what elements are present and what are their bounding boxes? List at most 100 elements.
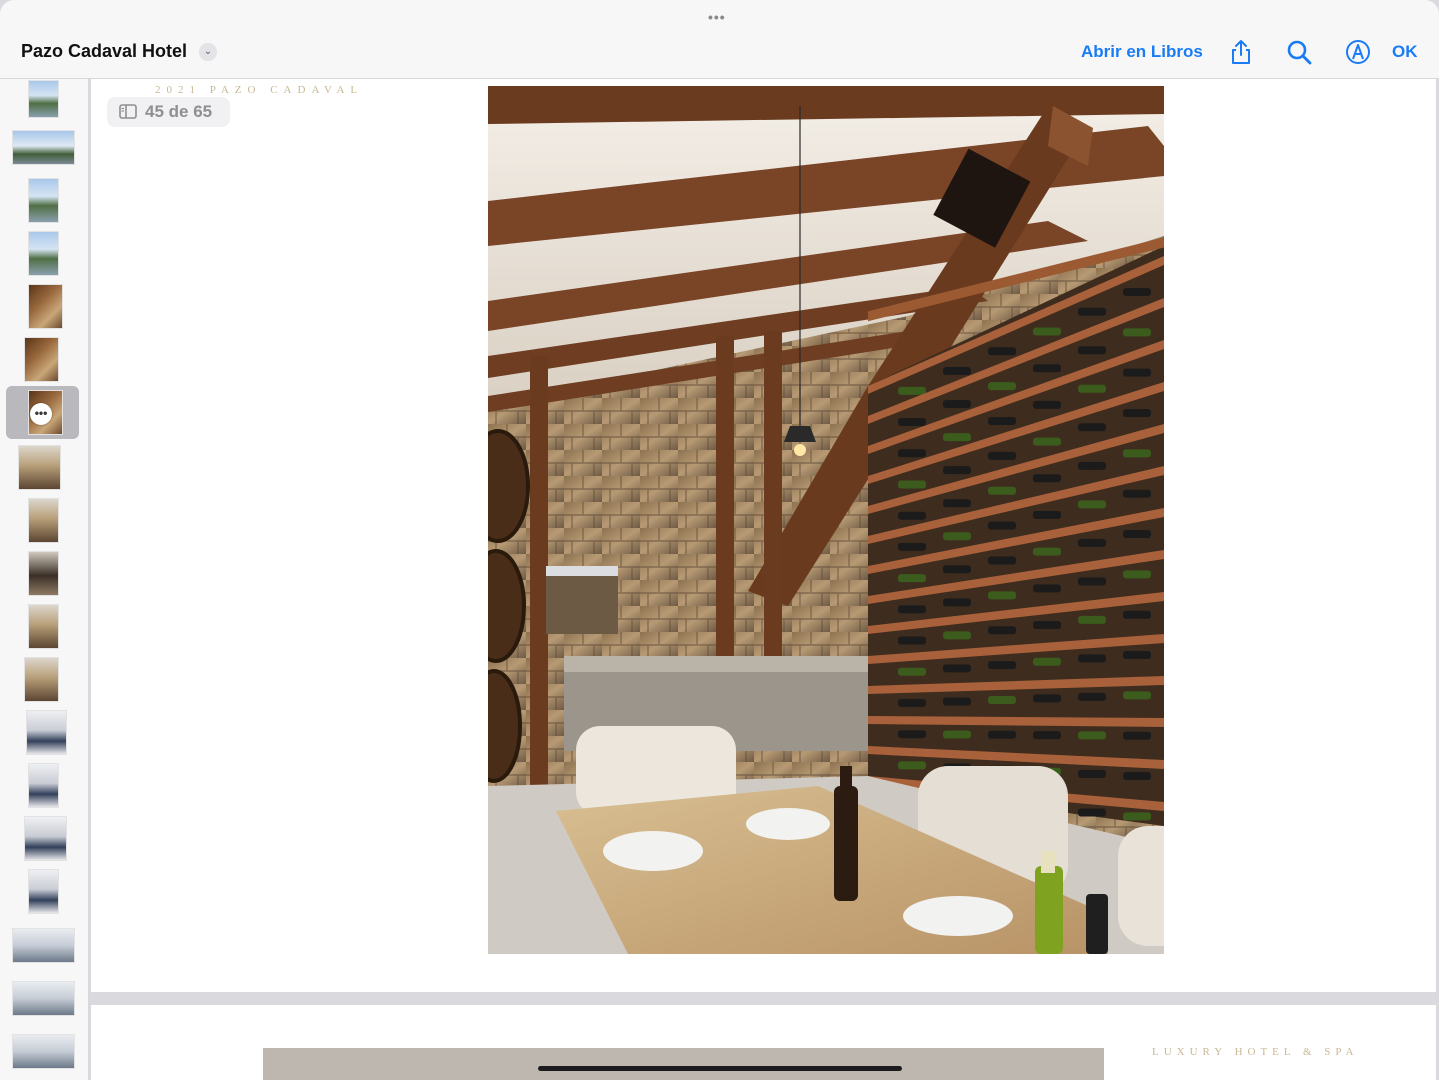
wine-bottle: [1123, 409, 1151, 418]
page-thumbnail[interactable]: [28, 231, 59, 276]
brand-header-text: 2021 PAZO CADAVAL: [155, 84, 364, 96]
wine-bottle: [1123, 288, 1151, 297]
wine-bottle: [898, 574, 926, 583]
more-icon[interactable]: •••: [30, 403, 52, 425]
wine-bottle: [943, 499, 971, 508]
page-thumbnail[interactable]: [28, 763, 59, 808]
wine-bottle: [988, 695, 1016, 704]
wine-bottle: [1078, 654, 1106, 663]
page-thumbnail[interactable]: [24, 816, 67, 861]
wine-bottle: [1078, 423, 1106, 432]
wine-bottle: [1123, 651, 1151, 660]
wine-bottle: [898, 542, 926, 551]
wine-bottle: [988, 661, 1016, 670]
page-thumbnail[interactable]: [18, 445, 61, 490]
wine-bottle: [1078, 808, 1106, 817]
page-thumbnail[interactable]: [28, 498, 59, 543]
wine-bottle: [943, 466, 971, 475]
page-thumbnail[interactable]: [12, 928, 75, 963]
wine-bottle: [988, 521, 1016, 530]
wine-bottle: [1078, 346, 1106, 355]
page-thumbnail[interactable]: [12, 981, 75, 1016]
chevron-down-icon[interactable]: ⌄: [199, 43, 217, 61]
page-thumbnail[interactable]: [28, 178, 59, 223]
wine-bottle: [943, 565, 971, 574]
wine-bottle: [988, 730, 1016, 739]
wine-bottle: [1033, 364, 1061, 373]
wine-bottle: [1078, 615, 1106, 624]
wine-bottle: [943, 664, 971, 673]
home-indicator[interactable]: [538, 1066, 902, 1071]
wine-bottle: [1123, 449, 1151, 458]
wine-bottle: [988, 556, 1016, 565]
wine-bottle: [1078, 692, 1106, 701]
wine-bottle: [1123, 691, 1151, 700]
wine-bottle: [1078, 384, 1106, 393]
wine-bottle: [1033, 327, 1061, 336]
wine-bottle: [943, 433, 971, 442]
page-thumbnail[interactable]: [28, 80, 59, 118]
wine-bottle: [898, 761, 926, 770]
share-icon[interactable]: [1227, 38, 1255, 66]
wine-bottle: [1033, 657, 1061, 666]
page-thumbnail[interactable]: [12, 130, 75, 165]
wine-bottle: [1078, 731, 1106, 740]
wine-bottle: [898, 511, 926, 520]
page-thumbnail[interactable]: [28, 604, 59, 649]
wine-bottle: [1033, 437, 1061, 446]
wine-bottle: [1033, 584, 1061, 593]
wine-bottle: [1078, 500, 1106, 509]
wine-bottle: [1123, 489, 1151, 498]
done-button[interactable]: OK: [1392, 42, 1418, 62]
wine-bottle: [1033, 621, 1061, 630]
wine-bottle: [1078, 769, 1106, 778]
page-thumbnail[interactable]: [28, 869, 59, 914]
markup-icon[interactable]: [1344, 38, 1372, 66]
search-icon[interactable]: [1285, 38, 1313, 66]
wine-bottle: [943, 367, 971, 376]
wine-bottle: [1123, 731, 1151, 740]
page-thumbnail[interactable]: [28, 284, 63, 329]
wine-bottle: [988, 591, 1016, 600]
wine-bottle: [1033, 547, 1061, 556]
wine-bottle: [988, 486, 1016, 495]
page-thumbnail[interactable]: [12, 1034, 75, 1069]
open-in-books-button[interactable]: Abrir en Libros: [1081, 42, 1203, 62]
wine-bottle: [898, 418, 926, 427]
wine-bottle: [943, 598, 971, 607]
wine-bottle: [898, 667, 926, 676]
page-count-label: 45 de 65: [145, 102, 213, 121]
wine-bottle: [898, 480, 926, 489]
wine-bottle: [1033, 731, 1061, 740]
wine-cellar-photo: [488, 86, 1164, 954]
wine-bottle: [1123, 812, 1151, 821]
wine-bottle: [1123, 328, 1151, 337]
wine-bottle: [1123, 368, 1151, 377]
document-title[interactable]: Pazo Cadaval Hotel: [21, 41, 187, 62]
page-thumbnail[interactable]: [28, 551, 59, 596]
brand-footer-text: LUXURY HOTEL & SPA: [1152, 1046, 1359, 1058]
next-page-photo: [263, 1048, 1104, 1080]
wine-bottle: [1078, 461, 1106, 470]
page-thumbnail[interactable]: [24, 657, 59, 702]
wine-bottle: [988, 382, 1016, 391]
wine-bottle: [1033, 400, 1061, 409]
wine-bottle: [898, 636, 926, 645]
wine-bottle: [943, 697, 971, 706]
wine-bottle: [988, 626, 1016, 635]
wine-bottle: [943, 730, 971, 739]
wine-bottle: [1123, 610, 1151, 619]
page-thumbnail[interactable]: [26, 710, 67, 755]
book-icon: [119, 104, 137, 119]
wine-bottle: [898, 449, 926, 458]
wine-bottle: [943, 400, 971, 409]
wine-bottle: [1033, 474, 1061, 483]
wine-bottle: [1123, 530, 1151, 539]
wine-bottle: [1033, 694, 1061, 703]
wine-bottle: [988, 451, 1016, 460]
wine-bottle: [1078, 577, 1106, 586]
page-thumbnail[interactable]: [24, 337, 59, 382]
wine-bottle: [1123, 570, 1151, 579]
window-grabber[interactable]: •••: [708, 9, 726, 25]
wine-bottle: [1033, 510, 1061, 519]
